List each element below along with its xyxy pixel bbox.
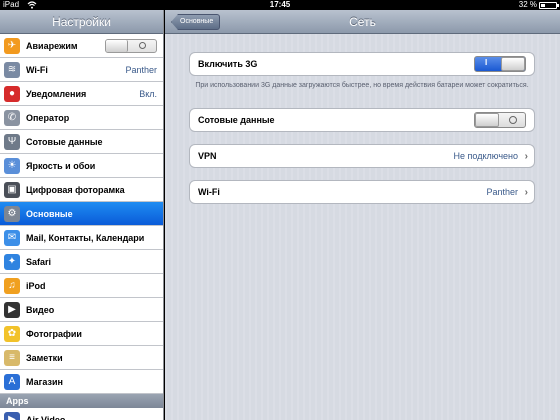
sidebar-item-label: Яркость и обои xyxy=(26,160,96,171)
sidebar-item[interactable]: ▶ Видео xyxy=(0,298,163,322)
sidebar-item[interactable]: ✈ Авиарежим xyxy=(0,34,163,58)
mail-icon: ✉ xyxy=(4,229,20,246)
airvideo-icon: ▶ xyxy=(4,411,20,420)
sidebar-item-value: Panther xyxy=(125,64,157,75)
sidebar-item[interactable]: ✉ Mail, Контакты, Календари xyxy=(0,226,163,250)
cellular-data-switch[interactable] xyxy=(474,112,526,128)
wifi-row[interactable]: Wi-Fi Panther › xyxy=(189,180,535,204)
chevron-right-icon: › xyxy=(524,186,528,198)
battery-percent: 32 % xyxy=(518,0,537,9)
nav-bar: Основные Сеть xyxy=(165,10,560,34)
cellular-data-label: Сотовые данные xyxy=(198,115,275,125)
airplane-mode-switch[interactable] xyxy=(105,38,157,53)
cellular-data-row: Сотовые данные xyxy=(189,108,535,132)
sidebar-item-label: iPod xyxy=(26,280,46,291)
sidebar-item[interactable]: ● Уведомления Вкл. xyxy=(0,82,163,106)
sidebar-item[interactable]: A Магазин xyxy=(0,370,163,394)
sidebar-item-label: Фотографии xyxy=(26,328,82,339)
status-bar: iPad 17:45 32 % xyxy=(0,0,560,10)
ipod-icon: ♫ xyxy=(4,277,20,294)
sidebar-header: Настройки xyxy=(0,10,163,34)
vpn-row[interactable]: VPN Не подключено › xyxy=(189,144,535,168)
gear-icon: ⚙ xyxy=(4,205,20,222)
sidebar-item[interactable]: ✦ Safari xyxy=(0,250,163,274)
sidebar-item-label: Wi-Fi xyxy=(26,64,48,75)
sidebar-item-label: Цифровая фоторамка xyxy=(26,184,125,195)
wifi-label: Wi-Fi xyxy=(198,187,220,197)
sidebar-item[interactable]: ▶ Air Video xyxy=(0,408,163,420)
notifications-icon: ● xyxy=(4,85,20,102)
sidebar-item-label: Уведомления xyxy=(26,88,87,99)
sidebar-item-label: Авиарежим xyxy=(26,40,78,51)
sidebar-item-label: Mail, Контакты, Календари xyxy=(26,232,145,243)
page-title: Сеть xyxy=(349,15,376,29)
photoframe-icon: ▣ xyxy=(4,181,20,198)
sidebar-item-label: Safari xyxy=(26,256,52,267)
airplane-icon: ✈ xyxy=(4,37,20,54)
sidebar-item[interactable]: Ψ Сотовые данные xyxy=(0,130,163,154)
sidebar-item[interactable]: ≋ Wi-Fi Panther xyxy=(0,58,163,82)
sidebar-item-label: Заметки xyxy=(26,352,63,363)
vpn-label: VPN xyxy=(198,151,217,161)
sidebar-item-label: Оператор xyxy=(26,112,70,123)
vpn-status: Не подключено xyxy=(453,151,518,161)
enable-3g-switch[interactable]: I xyxy=(474,56,526,72)
wifi-icon: ≋ xyxy=(4,61,20,78)
sidebar-title: Настройки xyxy=(52,14,111,29)
enable-3g-label: Включить 3G xyxy=(198,59,258,69)
sidebar-item[interactable]: ✆ Оператор xyxy=(0,106,163,130)
sidebar-item-label: Air Video xyxy=(26,414,66,420)
sidebar-item-value: Вкл. xyxy=(139,88,157,99)
sidebar-item-label: Магазин xyxy=(26,376,63,387)
photos-icon: ✿ xyxy=(4,325,20,342)
store-icon: A xyxy=(4,373,20,390)
sidebar-item-label: Видео xyxy=(26,304,55,315)
video-icon: ▶ xyxy=(4,301,20,318)
antenna-icon: Ψ xyxy=(4,133,20,150)
settings-sidebar: Настройки ✈ Авиарежим ≋ Wi-Fi Panther ● Уведом… xyxy=(0,10,164,420)
sidebar-item[interactable]: ♫ iPod xyxy=(0,274,163,298)
sidebar-item[interactable]: ⚙ Основные xyxy=(0,202,163,226)
clock: 17:45 xyxy=(269,0,291,9)
sidebar-item-label: Сотовые данные xyxy=(26,136,103,147)
apps-section-header: Apps xyxy=(0,394,163,408)
battery-icon xyxy=(539,1,559,9)
sidebar-item[interactable]: ≡ Заметки xyxy=(0,346,163,370)
network-pane: Основные Сеть Включить 3G I При использо… xyxy=(165,10,560,420)
notes-icon: ≡ xyxy=(4,349,20,366)
enable-3g-row: Включить 3G I xyxy=(189,52,535,76)
sidebar-item[interactable]: ☀ Яркость и обои xyxy=(0,154,163,178)
chevron-right-icon: › xyxy=(524,150,528,162)
brightness-icon: ☀ xyxy=(4,157,20,174)
phone-icon: ✆ xyxy=(4,109,20,126)
3g-footnote: При использовании 3G данные загружаются … xyxy=(195,82,529,89)
sidebar-item-label: Основные xyxy=(26,208,73,219)
sidebar-item[interactable]: ▣ Цифровая фоторамка xyxy=(0,178,163,202)
sidebar-item[interactable]: ✿ Фотографии xyxy=(0,322,163,346)
safari-icon: ✦ xyxy=(4,253,20,270)
wifi-network: Panther xyxy=(486,187,518,197)
